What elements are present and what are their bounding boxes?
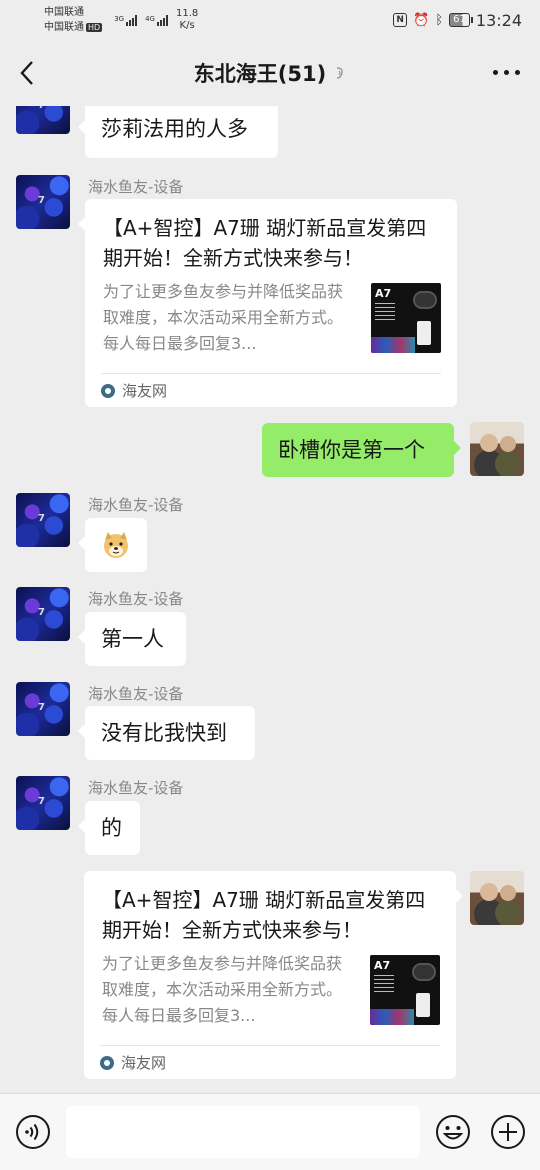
avatar[interactable] — [16, 175, 70, 229]
input-bar — [0, 1093, 540, 1170]
plus-icon[interactable] — [490, 1114, 526, 1150]
card-description: 为了让更多鱼友参与并降低奖品获取难度，本次活动采用全新方式。每人每日最多回复3.… — [102, 954, 343, 1025]
carrier-1: 中国联通 — [44, 7, 84, 18]
net-type-1: 3G — [114, 14, 125, 23]
carrier-2-row: 中国联通 HD — [44, 20, 103, 35]
net-speed-value: 11.8 — [175, 8, 199, 19]
net-speed: 11.8 K/s — [176, 8, 198, 32]
status-bar: 中国联通 中国联通 HD 3G 4G 11.8 K/s N ⏰ ᛒ 67 13:2… — [0, 0, 540, 40]
message-bubble[interactable]: 没有比我快到 — [78, 706, 255, 760]
chat-header: 东北海王(51) — [0, 40, 540, 106]
message-bubble[interactable]: 第一人 — [78, 612, 186, 666]
net-type-2: 4G — [145, 14, 155, 23]
avatar[interactable] — [16, 587, 70, 641]
message-list[interactable]: 莎莉法用的人多 海水鱼友-设备 【A+智控】A7珊 瑚灯新品宣发第四期开始！全新… — [0, 106, 540, 1093]
message-input[interactable] — [66, 1106, 420, 1158]
avatar[interactable] — [16, 493, 70, 547]
message-bubble-self[interactable]: 卧槽你是第一个 — [262, 423, 461, 477]
net-speed-unit: K/s — [179, 20, 195, 31]
alarm-icon: ⏰ — [413, 12, 430, 28]
carrier-2: 中国联通 — [44, 22, 84, 33]
source-icon — [101, 383, 115, 398]
signal-2-icon: 4G — [145, 14, 168, 26]
avatar[interactable] — [16, 776, 70, 830]
doge-emoji-icon — [104, 532, 128, 558]
back-arrow-icon[interactable] — [18, 60, 38, 86]
link-card[interactable]: 【A+智控】A7珊 瑚灯新品宣发第四期开始！全新方式快来参与！ 为了让更多鱼友参… — [78, 199, 457, 407]
card-source: 海友网 — [100, 1045, 440, 1079]
source-icon — [100, 1055, 114, 1070]
signal-1-icon: 3G — [114, 14, 138, 26]
status-right: N ⏰ ᛒ 67 13:24 — [393, 11, 522, 30]
signal-group: 3G 4G — [114, 14, 168, 26]
link-card-self[interactable]: 【A+智控】A7珊 瑚灯新品宣发第四期开始！全新方式快来参与！ 为了让更多鱼友参… — [84, 871, 463, 1079]
sender-name: 海水鱼友-设备 — [88, 590, 184, 608]
avatar[interactable] — [16, 682, 70, 736]
card-thumbnail: A7 — [371, 283, 441, 353]
source-name: 海友网 — [122, 382, 168, 400]
nfc-icon: N — [393, 13, 408, 27]
voice-icon[interactable] — [15, 1114, 51, 1150]
card-thumbnail: A7 — [370, 955, 440, 1025]
card-title: 【A+智控】A7珊 瑚灯新品宣发第四期开始！全新方式快来参与！ — [102, 888, 426, 942]
mute-icon — [337, 67, 344, 79]
sender-name: 海水鱼友-设备 — [88, 779, 184, 797]
carrier-info: 中国联通 中国联通 HD — [44, 5, 103, 35]
hd-badge: HD — [86, 23, 103, 32]
avatar-self[interactable] — [470, 422, 524, 476]
more-icon[interactable] — [493, 70, 520, 75]
message-bubble[interactable]: 的 — [78, 801, 140, 855]
sender-name: 海水鱼友-设备 — [88, 178, 184, 196]
avatar-self[interactable] — [470, 871, 524, 925]
sticker-bubble[interactable] — [78, 518, 147, 572]
clock: 13:24 — [475, 10, 522, 30]
message-bubble[interactable]: 莎莉法用的人多 — [78, 106, 278, 158]
chat-title: 东北海王(51) — [193, 62, 327, 86]
card-title: 【A+智控】A7珊 瑚灯新品宣发第四期开始！全新方式快来参与！ — [103, 216, 427, 270]
thumbnail-label: A7 — [374, 959, 391, 972]
source-name: 海友网 — [121, 1054, 167, 1072]
card-source: 海友网 — [101, 373, 441, 407]
sender-name: 海水鱼友-设备 — [88, 496, 184, 514]
sender-name: 海水鱼友-设备 — [88, 685, 184, 703]
avatar[interactable] — [16, 106, 70, 134]
battery-icon: 67 — [449, 13, 473, 27]
thumbnail-label: A7 — [375, 287, 392, 300]
emoji-icon[interactable] — [435, 1114, 471, 1150]
card-description: 为了让更多鱼友参与并降低奖品获取难度，本次活动采用全新方式。每人每日最多回复3.… — [103, 282, 344, 353]
bluetooth-icon: ᛒ — [435, 12, 444, 28]
